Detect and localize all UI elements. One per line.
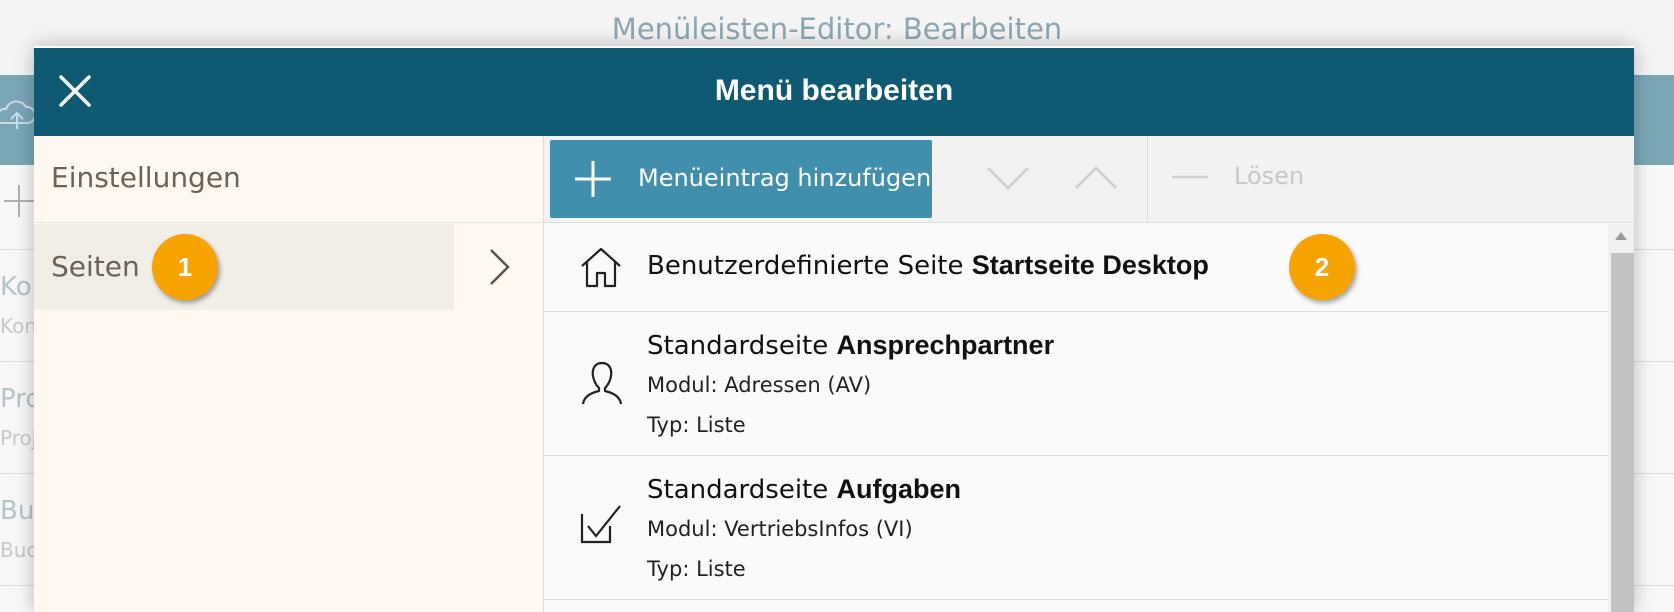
item-title-name: Startseite Desktop — [971, 250, 1209, 280]
sidebar-item-pages[interactable]: Seiten 1 — [34, 224, 454, 310]
detach-button[interactable]: Lösen — [1234, 162, 1304, 190]
left-panel: Einstellungen Seiten 1 — [34, 136, 544, 612]
sidebar-item-settings[interactable]: Einstellungen — [34, 136, 544, 223]
dialog-header: Menü bearbeiten — [34, 46, 1634, 136]
item-title-name: Aufgaben — [836, 474, 962, 504]
step-badge: 2 — [1289, 234, 1355, 300]
move-up-button[interactable] — [1074, 158, 1118, 198]
list-scrollbar[interactable] — [1608, 224, 1634, 612]
plus-icon — [575, 161, 611, 197]
sidebar-item-label: Einstellungen — [51, 161, 241, 194]
step-badge: 1 — [152, 234, 218, 300]
toolbar-divider — [1147, 136, 1148, 223]
list-item[interactable]: Standardseite Aufgaben Modul: VertriebsI… — [544, 456, 1608, 600]
move-down-button[interactable] — [986, 158, 1030, 198]
person-icon — [581, 361, 623, 405]
scroll-up-arrow-icon[interactable] — [1615, 232, 1627, 240]
minus-icon — [1172, 175, 1208, 179]
dialog-title: Menü bearbeiten — [714, 74, 954, 107]
expand-pages-button[interactable] — [455, 224, 544, 310]
list-item[interactable]: Standardseite Ansprechpartner Modul: Adr… — [544, 312, 1608, 456]
chevron-right-icon — [489, 249, 510, 285]
sidebar-item-label: Seiten — [51, 250, 140, 283]
item-title-prefix: Benutzerdefinierte Seite — [647, 251, 972, 281]
add-menu-entry-label: Menüeintrag hinzufügen — [638, 164, 932, 192]
item-title-name: Ansprechpartner — [836, 330, 1055, 360]
item-title-prefix: Standardseite — [647, 331, 837, 361]
item-title-prefix: Standardseite — [647, 475, 837, 505]
background-window-title: Menüleisten-Editor: Bearbeiten — [611, 12, 1063, 46]
menu-entry-list: Benutzerdefinierte Seite Startseite Desk… — [544, 224, 1608, 612]
add-menu-entry-button[interactable]: Menüeintrag hinzufügen — [550, 140, 932, 218]
edit-menu-dialog: Menü bearbeiten Einstellungen Seiten 1 M… — [34, 46, 1634, 612]
cloud-upload-icon — [0, 100, 34, 129]
item-type: Typ: Liste — [647, 557, 746, 581]
home-icon — [581, 247, 621, 288]
toolbar: Menüeintrag hinzufügen Lösen — [544, 136, 1634, 223]
item-module: Modul: VertriebsInfos (VI) — [647, 517, 913, 541]
item-module: Modul: Adressen (AV) — [647, 373, 872, 397]
plus-icon — [4, 185, 34, 217]
list-item[interactable]: Benutzerdefinierte Seite Startseite Desk… — [544, 224, 1608, 312]
scrollbar-thumb[interactable] — [1611, 253, 1634, 612]
checkbox-icon — [580, 505, 621, 544]
item-type: Typ: Liste — [647, 413, 746, 437]
